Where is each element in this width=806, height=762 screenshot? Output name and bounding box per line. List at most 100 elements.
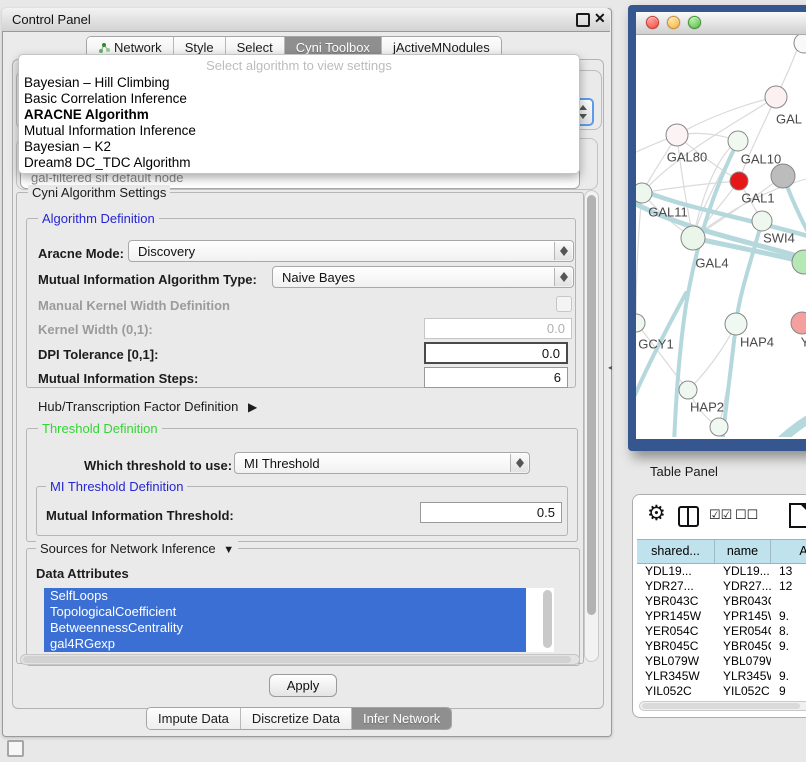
network-node-swi4[interactable] [752, 211, 772, 231]
network-node-gal[interactable] [765, 86, 787, 108]
table-row[interactable]: YIL052CYIL052C9 [637, 684, 806, 699]
apply-button[interactable]: Apply [269, 674, 337, 697]
mi-steps-field[interactable] [424, 367, 568, 388]
list-scrollbar[interactable] [543, 590, 552, 648]
stepper-arrows-icon [510, 454, 528, 472]
bottom-tab-impute-data[interactable]: Impute Data [147, 708, 241, 729]
network-canvas[interactable]: GALGAL80GAL10GAL1GAL11SWI4GAL4GCY1HAP4YH… [636, 35, 806, 437]
settings-horizontal-scrollbar[interactable] [20, 654, 580, 665]
sources-legend-label: Sources for Network Inference [40, 541, 216, 556]
dropdown-item-mutual-information-inference[interactable]: Mutual Information Inference [19, 123, 579, 139]
control-panel-titlebar[interactable] [2, 8, 610, 32]
bottom-tab-label: Impute Data [158, 711, 229, 726]
kernel-width-field[interactable] [424, 318, 572, 339]
deselect-all-checkboxes-icon[interactable]: ☐☐ [735, 507, 758, 523]
close-window-icon[interactable]: ✕ [594, 10, 606, 26]
hub-definition-toggle[interactable]: Hub/Transcription Factor Definition ▶ [38, 399, 257, 414]
bottom-tab-discretize-data[interactable]: Discretize Data [241, 708, 352, 729]
network-node[interactable] [710, 418, 728, 436]
network-node-hap2[interactable] [679, 381, 697, 399]
table-row[interactable]: YDR27...YDR27...12 [637, 579, 806, 594]
attribute-item-betweennesscentrality[interactable]: BetweennessCentrality [44, 620, 526, 636]
node-label-gal: GAL [776, 112, 802, 127]
stepper-arrows-icon [554, 242, 572, 260]
network-window-titlebar[interactable] [636, 12, 806, 35]
tab-label: jActiveMNodules [393, 40, 490, 55]
mi-threshold-field[interactable] [420, 502, 562, 523]
mi-algorithm-type-value: Naive Bayes [282, 267, 355, 289]
data-attributes-list[interactable]: SelfLoopsTopologicalCoefficientBetweenne… [44, 588, 554, 652]
select-all-checkboxes-icon[interactable]: ☑☑ [709, 507, 732, 523]
dropdown-item-aracne-algorithm[interactable]: ARACNE Algorithm [19, 107, 579, 123]
zoom-traffic-light-icon[interactable] [688, 16, 701, 29]
table-cell: 9. [771, 639, 806, 654]
settings-group-legend: Cyni Algorithm Settings [28, 185, 170, 200]
network-node-gal4[interactable] [681, 226, 705, 250]
network-node-hap4[interactable] [725, 313, 747, 335]
table-cell: YPR145W [715, 609, 771, 624]
table-row[interactable]: YBR043CYBR043C [637, 594, 806, 609]
close-traffic-light-icon[interactable] [646, 16, 659, 29]
table-horizontal-scrollbar[interactable] [639, 701, 806, 711]
export-table-icon[interactable] [789, 503, 806, 528]
attribute-item-selfloops[interactable]: SelfLoops [44, 588, 526, 604]
float-window-icon[interactable] [576, 13, 590, 27]
table-cell: YIL052C [637, 684, 715, 699]
network-node-gcy1[interactable] [636, 314, 645, 332]
network-node-gal10[interactable] [728, 131, 748, 151]
mi-steps-label: Mutual Information Steps: [38, 371, 198, 386]
gear-icon[interactable]: ⚙ [647, 501, 666, 527]
bottom-tab-label: Infer Network [363, 711, 440, 726]
algorithm-dropdown-list: Select algorithm to view settings Bayesi… [18, 54, 580, 174]
dropdown-item-bayesian-k2[interactable]: Bayesian – K2 [19, 139, 579, 155]
expand-down-icon: ▼ [223, 544, 234, 556]
table-row[interactable]: YER054CYER054C8. [637, 624, 806, 639]
aracne-mode-value: Discovery [138, 241, 195, 263]
network-node[interactable] [771, 164, 795, 188]
table-row[interactable]: YPR145WYPR145W9. [637, 609, 806, 624]
bottom-tab-infer-network[interactable]: Infer Network [352, 708, 451, 729]
dropdown-item-basic-correlation-inference[interactable]: Basic Correlation Inference [19, 91, 579, 107]
table-header-row: shared...nameA [637, 539, 806, 564]
table-panel-toolbar: ⚙ ☑☑ ☐☐ [633, 495, 806, 537]
column-header-a[interactable]: A [771, 540, 806, 563]
minimize-traffic-light-icon[interactable] [667, 16, 680, 29]
dpi-tolerance-label: DPI Tolerance [0,1]: [38, 347, 158, 362]
table-cell: YDR27... [637, 579, 715, 594]
network-node-gal80[interactable] [666, 124, 688, 146]
dropdown-placeholder: Select algorithm to view settings [19, 58, 579, 73]
table-cell: 9. [771, 669, 806, 684]
column-header-shared[interactable]: shared... [637, 540, 715, 563]
collapsed-panel-icon[interactable] [7, 740, 24, 757]
network-edge[interactable] [636, 193, 642, 323]
columns-icon[interactable] [678, 506, 699, 527]
splitter-collapse-icon[interactable]: ◂ [608, 363, 612, 372]
network-edge[interactable] [642, 181, 739, 193]
settings-vertical-scrollbar[interactable] [584, 190, 599, 662]
attribute-item-gal4rgexp[interactable]: gal4RGexp [44, 636, 526, 652]
network-edge-highlighted[interactable] [776, 411, 806, 437]
which-threshold-combo[interactable]: MI Threshold [234, 452, 530, 474]
table-cell: YBL079W [637, 654, 715, 669]
dropdown-item-dream8-dc-tdc-algorithm[interactable]: Dream8 DC_TDC Algorithm [19, 155, 579, 171]
sources-legend[interactable]: Sources for Network Inference ▼ [36, 541, 238, 556]
mi-threshold-label: Mutual Information Threshold: [46, 508, 234, 523]
network-node-y[interactable] [791, 312, 806, 334]
table-row[interactable]: YLR345WYLR345W9. [637, 669, 806, 684]
network-node-gal1[interactable] [730, 172, 748, 190]
network-icon [98, 42, 110, 54]
aracne-mode-combo[interactable]: Discovery [128, 240, 574, 262]
table-row[interactable]: YDL19...YDL19...13 [637, 564, 806, 579]
table-row[interactable]: YBL079WYBL079W [637, 654, 806, 669]
dropdown-item-bayesian-hill-climbing[interactable]: Bayesian – Hill Climbing [19, 75, 579, 91]
table-row[interactable]: YBR045CYBR045C9. [637, 639, 806, 654]
network-edge[interactable] [642, 97, 776, 193]
mi-algorithm-type-label: Mutual Information Algorithm Type: [38, 272, 257, 287]
dpi-tolerance-field[interactable] [424, 342, 568, 364]
manual-kernel-width-checkbox[interactable] [556, 296, 572, 312]
attribute-item-topologicalcoefficient[interactable]: TopologicalCoefficient [44, 604, 526, 620]
network-node[interactable] [794, 35, 806, 53]
network-node-gal11[interactable] [636, 183, 652, 203]
mi-algorithm-type-combo[interactable]: Naive Bayes [272, 266, 574, 288]
column-header-name[interactable]: name [715, 540, 771, 563]
